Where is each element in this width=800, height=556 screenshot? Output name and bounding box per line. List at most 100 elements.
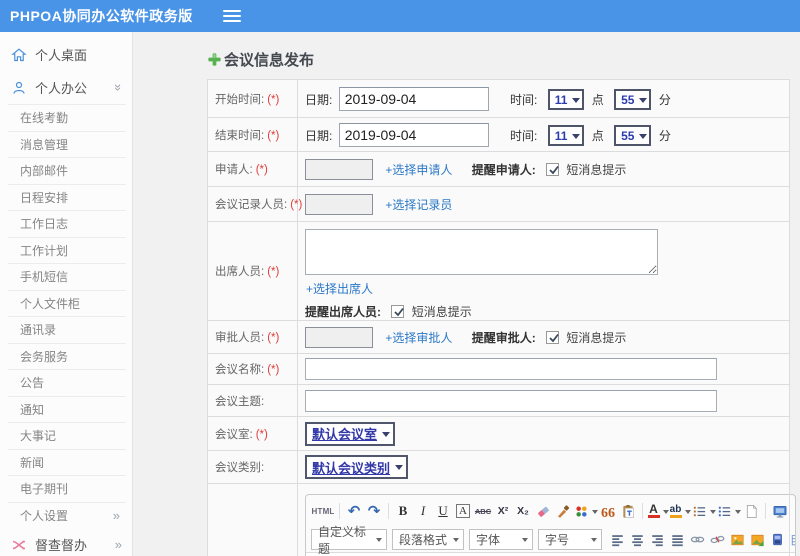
heading-style-select[interactable]: 自定义标题 <box>311 525 387 556</box>
insert-flash-icon[interactable] <box>748 530 767 550</box>
end-date-input[interactable] <box>338 122 489 147</box>
user-icon <box>13 81 25 94</box>
start-hour-select[interactable]: 11 <box>547 89 585 110</box>
approver-input[interactable] <box>305 326 373 348</box>
meeting-category-select[interactable]: 默认会议类别 <box>305 455 409 479</box>
sidebar-item-meeting-services[interactable]: 会务服务 <box>8 342 126 370</box>
sidebar-item-personal-desktop[interactable]: 个人桌面 <box>0 38 132 71</box>
required-mark: (*) <box>267 129 280 142</box>
check-icon <box>549 333 559 342</box>
sidebar-item-contacts[interactable]: 通讯录 <box>8 316 126 343</box>
color-palette-icon[interactable] <box>574 501 598 521</box>
sidebar-item-message-management[interactable]: 消息管理 <box>8 130 126 158</box>
font-style-button[interactable]: A <box>454 501 473 521</box>
required-mark: (*) <box>267 364 280 376</box>
sms-checkbox[interactable] <box>546 330 560 344</box>
unlink-icon[interactable] <box>708 530 727 550</box>
insert-image-icon[interactable] <box>728 530 747 550</box>
select-approver-link[interactable]: +选择审批人 <box>385 331 452 345</box>
required-mark: (*) <box>255 164 268 176</box>
select-attendees-link[interactable]: +选择出席人 <box>306 282 373 296</box>
paste-icon[interactable] <box>619 501 638 521</box>
sidebar-item-e-journal[interactable]: 电子期刊 <box>8 475 126 502</box>
start-date-input[interactable] <box>338 86 489 111</box>
remind-approver-label: 提醒审批人: <box>471 330 536 345</box>
dropdown-arrow-icon <box>684 509 691 517</box>
app-header: PHPOA协同办公软件政务版 <box>0 0 800 32</box>
meeting-name-input[interactable] <box>305 358 717 380</box>
sms-checkbox[interactable] <box>391 305 405 318</box>
insert-media-icon[interactable] <box>768 530 787 550</box>
dropdown-arrow-icon <box>453 538 459 545</box>
sidebar-item-work-plan[interactable]: 工作计划 <box>8 236 126 264</box>
sidebar-item-sms[interactable]: 手机短信 <box>8 263 126 290</box>
underline-button[interactable]: U <box>434 501 453 521</box>
sidebar-item-internal-mail[interactable]: 内部邮件 <box>8 157 126 184</box>
start-minute-select[interactable]: 55 <box>614 89 652 110</box>
align-left-icon[interactable] <box>608 530 627 550</box>
end-minute-select[interactable]: 55 <box>614 125 652 146</box>
sidebar-item-announcement[interactable]: 公告 <box>8 369 126 396</box>
blockquote-button[interactable]: 66 <box>599 504 618 524</box>
sidebar-item-work-log[interactable]: 工作日志 <box>8 210 126 237</box>
form-row-attendees: 出席人员: (*) +选择出席人 提醒出席人员: 短消息提示 <box>207 221 790 321</box>
redo-button[interactable]: ↷ <box>365 501 384 521</box>
undo-button[interactable]: ↶ <box>345 501 364 521</box>
remind-attendees-label: 提醒出席人员: <box>305 305 381 319</box>
form-row-content-editor: HTML ↶ ↷ B I U A ABC X² X₂ 66 A ab 自定义标题… <box>207 483 796 556</box>
font-color-button[interactable]: A <box>647 501 669 521</box>
applicant-input[interactable] <box>305 158 373 180</box>
select-applicant-link[interactable]: +选择申请人 <box>385 163 452 177</box>
attendees-textarea[interactable] <box>305 229 658 275</box>
form-row-approver: 审批人员: (*) +选择审批人 提醒审批人: 短消息提示 <box>207 320 790 354</box>
font-size-select[interactable]: 字号 <box>538 529 602 550</box>
sidebar-item-notice[interactable]: 通知 <box>8 395 126 423</box>
meeting-room-select[interactable]: 默认会议室 <box>305 421 396 446</box>
inspect-icon <box>12 539 26 550</box>
font-family-select[interactable]: 字体 <box>469 529 533 550</box>
sidebar-item-memorabilia[interactable]: 大事记 <box>8 422 126 449</box>
sidebar: 个人桌面 个人办公 » 在线考勤 消息管理 内部邮件 日程安排 工作日志 工作计… <box>0 32 133 556</box>
highlight-color-button[interactable]: ab <box>669 501 691 521</box>
bold-button[interactable]: B <box>394 501 413 521</box>
format-brush-icon[interactable] <box>554 501 573 521</box>
select-recorder-link[interactable]: +选择记录员 <box>385 198 452 212</box>
sidebar-item-news[interactable]: 新闻 <box>8 448 126 476</box>
editor-content-area[interactable] <box>306 552 795 556</box>
sidebar-item-personal-office[interactable]: 个人办公 » <box>0 71 132 104</box>
hamburger-icon[interactable] <box>222 10 241 22</box>
sidebar-item-personal-files[interactable]: 个人文件柜 <box>8 289 126 317</box>
align-center-icon[interactable] <box>628 530 647 550</box>
sms-label: 短消息提示 <box>566 330 627 345</box>
sms-checkbox[interactable] <box>546 162 560 176</box>
dropdown-arrow-icon <box>572 133 581 143</box>
app-title: PHPOA协同办公软件政务版 <box>10 8 193 24</box>
sidebar-item-online-attendance[interactable]: 在线考勤 <box>8 104 126 131</box>
fullscreen-icon[interactable] <box>771 501 790 521</box>
end-hour-select[interactable]: 11 <box>547 125 585 146</box>
italic-button[interactable]: I <box>414 501 433 521</box>
recorder-input[interactable] <box>305 193 373 215</box>
sidebar-item-schedule[interactable]: 日程安排 <box>8 183 126 211</box>
subscript-button[interactable]: X₂ <box>514 501 533 521</box>
unordered-list-icon[interactable] <box>717 501 741 521</box>
editor-toolbar-row-1: HTML ↶ ↷ B I U A ABC X² X₂ 66 A ab <box>306 495 795 526</box>
strikethrough-button[interactable]: ABC <box>474 501 493 521</box>
paragraph-format-select[interactable]: 段落格式 <box>392 529 464 550</box>
sidebar-item-label: 个人桌面 <box>35 48 88 63</box>
ordered-list-icon[interactable] <box>692 501 716 521</box>
new-page-icon[interactable] <box>742 501 761 521</box>
html-source-button[interactable]: HTML <box>312 501 335 521</box>
sidebar-item-personal-settings[interactable]: 个人设置 » <box>8 501 126 529</box>
align-justify-icon[interactable] <box>668 530 687 550</box>
link-icon[interactable] <box>688 530 707 550</box>
dropdown-arrow-icon <box>395 465 404 474</box>
sidebar-item-supervision[interactable]: 督查督办 » <box>0 528 132 556</box>
sidebar-item-label: 督查督办 <box>35 538 88 553</box>
superscript-button[interactable]: X² <box>494 501 513 521</box>
insert-table-icon[interactable] <box>788 530 795 550</box>
dropdown-arrow-icon <box>522 538 528 545</box>
eraser-icon[interactable] <box>534 501 553 521</box>
align-right-icon[interactable] <box>648 530 667 550</box>
meeting-subject-input[interactable] <box>305 389 717 412</box>
